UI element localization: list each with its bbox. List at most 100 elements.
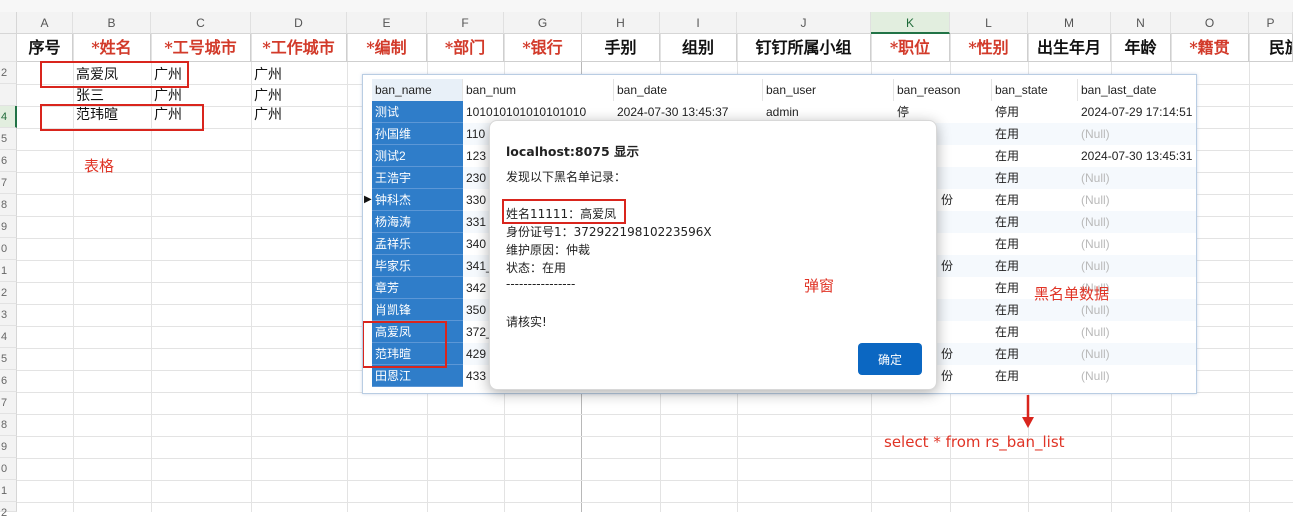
grid-cell-ban-reason[interactable]: 份 [938, 365, 992, 387]
grid-cell-ban-state[interactable]: 在用 [992, 123, 1078, 145]
grid-cell-ban-last-date[interactable]: (Null) [1078, 255, 1196, 277]
grid-cell-ban-state[interactable]: 在用 [992, 365, 1078, 387]
row-header[interactable]: 2 [0, 502, 17, 519]
grid-cell-ban-last-date[interactable]: (Null) [1078, 167, 1196, 189]
header-cell-dept[interactable]: *部门 [427, 34, 504, 62]
row-header[interactable]: 1 [0, 260, 17, 282]
column-header-g[interactable]: G [504, 12, 582, 34]
cell-work-city[interactable]: 广州 [254, 106, 282, 125]
column-header-o[interactable]: O [1171, 12, 1249, 34]
grid-cell-ban-name[interactable]: 钟科杰 [372, 189, 463, 211]
grid-cell-ban-name[interactable]: 肖凯锋 [372, 299, 463, 321]
row-header[interactable]: 4 [0, 106, 17, 128]
grid-cell-ban-reason[interactable]: 份 [938, 343, 992, 365]
row-header[interactable]: 6 [0, 370, 17, 392]
row-header[interactable]: 4 [0, 326, 17, 348]
grid-cell-ban-state[interactable]: 在用 [992, 145, 1078, 167]
grid-cell-ban-name[interactable]: 毕家乐 [372, 255, 463, 277]
grid-col-ban-reason[interactable]: ban_reason [894, 79, 992, 101]
row-header[interactable]: 8 [0, 194, 17, 216]
row-header[interactable]: 6 [0, 150, 17, 172]
grid-cell-ban-last-date[interactable]: (Null) [1078, 211, 1196, 233]
grid-cell-ban-state[interactable]: 在用 [992, 211, 1078, 233]
grid-cell-ban-name[interactable]: 孟祥乐 [372, 233, 463, 255]
column-header-j[interactable]: J [737, 12, 871, 34]
column-header-k[interactable]: K [871, 12, 950, 34]
grid-cell-ban-name[interactable]: 测试2 [372, 145, 463, 167]
grid-cell-ban-state[interactable]: 在用 [992, 321, 1078, 343]
grid-cell-ban-reason[interactable]: 份 [938, 255, 992, 277]
cell-work-city[interactable]: 广州 [254, 87, 282, 106]
grid-col-ban-name[interactable]: ban_name [372, 79, 463, 101]
header-cell-group[interactable]: 组别 [660, 34, 737, 62]
column-header-d[interactable]: D [251, 12, 347, 34]
grid-col-ban-state[interactable]: ban_state [992, 79, 1078, 101]
row-header[interactable]: 2 [0, 62, 17, 84]
grid-cell-ban-state[interactable]: 在用 [992, 255, 1078, 277]
header-cell-name[interactable]: *姓名 [73, 34, 151, 62]
row-header[interactable]: 1 [0, 480, 17, 502]
grid-cell-ban-last-date[interactable]: (Null) [1078, 123, 1196, 145]
grid-cell-ban-last-date[interactable]: (Null) [1078, 365, 1196, 387]
row-header[interactable]: 5 [0, 128, 17, 150]
column-header-m[interactable]: M [1028, 12, 1111, 34]
grid-cell-ban-last-date[interactable]: (Null) [1078, 343, 1196, 365]
header-cell-hand[interactable]: 手别 [582, 34, 660, 62]
column-header-i[interactable]: I [660, 12, 737, 34]
grid-cell-ban-state[interactable]: 在用 [992, 189, 1078, 211]
header-cell-bank[interactable]: *银行 [504, 34, 582, 62]
row-header[interactable] [0, 84, 17, 106]
grid-col-ban-num[interactable]: ban_num [463, 79, 614, 101]
column-header-n[interactable]: N [1111, 12, 1171, 34]
row-header[interactable]: 0 [0, 238, 17, 260]
cell-work-city[interactable]: 广州 [254, 66, 282, 85]
header-cell-birth[interactable]: 出生年月 [1028, 34, 1111, 62]
grid-cell-ban-name[interactable]: 章芳 [372, 277, 463, 299]
header-cell-work-city[interactable]: *工作城市 [251, 34, 347, 62]
row-header[interactable] [0, 34, 17, 62]
grid-cell-ban-name[interactable]: 测试 [372, 101, 463, 123]
row-header[interactable]: 2 [0, 282, 17, 304]
grid-cell-ban-reason[interactable]: 份 [938, 189, 992, 211]
grid-cell-ban-last-date[interactable]: (Null) [1078, 321, 1196, 343]
column-header-p[interactable]: P [1249, 12, 1293, 34]
column-header-c[interactable]: C [151, 12, 251, 34]
grid-col-ban-last-date[interactable]: ban_last_date [1078, 79, 1196, 101]
grid-cell-ban-name[interactable]: 杨海涛 [372, 211, 463, 233]
header-cell-native-place[interactable]: *籍贯 [1171, 34, 1249, 62]
header-cell-age[interactable]: 年龄 [1111, 34, 1171, 62]
row-header[interactable]: 8 [0, 414, 17, 436]
header-cell-dingtalk-group[interactable]: 钉钉所属小组 [737, 34, 871, 62]
grid-cell-ban-name[interactable]: 王浩宇 [372, 167, 463, 189]
row-header[interactable]: 9 [0, 216, 17, 238]
header-cell-ethnicity[interactable]: 民族 [1249, 34, 1293, 62]
header-cell-gender[interactable]: *性别 [950, 34, 1028, 62]
header-cell-position[interactable]: *职位 [871, 34, 950, 62]
column-header-l[interactable]: L [950, 12, 1028, 34]
row-header[interactable]: 7 [0, 172, 17, 194]
column-header-f[interactable]: F [427, 12, 504, 34]
grid-cell-ban-state[interactable]: 在用 [992, 233, 1078, 255]
grid-cell-ban-name[interactable]: 孙国维 [372, 123, 463, 145]
header-cell-emp-city[interactable]: *工号城市 [151, 34, 251, 62]
column-header-a[interactable]: A [17, 12, 73, 34]
grid-cell-ban-name[interactable]: 田恩江 [372, 365, 463, 387]
column-header-h[interactable]: H [582, 12, 660, 34]
row-header[interactable]: 7 [0, 392, 17, 414]
grid-cell-ban-state[interactable]: 停用 [992, 101, 1078, 123]
grid-cell-ban-last-date[interactable]: (Null) [1078, 189, 1196, 211]
row-header[interactable]: 5 [0, 348, 17, 370]
column-header-b[interactable]: B [73, 12, 151, 34]
alert-dialog[interactable]: localhost:8075 显示 发现以下黑名单记录： 姓名11111：高爱凤… [489, 120, 937, 390]
row-header[interactable]: 0 [0, 458, 17, 480]
grid-cell-ban-last-date[interactable]: (Null) [1078, 233, 1196, 255]
header-cell-staffing[interactable]: *编制 [347, 34, 427, 62]
grid-cell-ban-state[interactable]: 在用 [992, 343, 1078, 365]
header-cell-seq[interactable]: 序号 [17, 34, 73, 62]
row-header[interactable]: 3 [0, 304, 17, 326]
ok-button[interactable]: 确定 [858, 343, 922, 375]
grid-cell-ban-last-date[interactable]: 2024-07-30 13:45:31 [1078, 145, 1196, 167]
grid-cell-ban-state[interactable]: 在用 [992, 167, 1078, 189]
select-all-corner[interactable] [0, 12, 17, 34]
grid-col-ban-date[interactable]: ban_date [614, 79, 763, 101]
